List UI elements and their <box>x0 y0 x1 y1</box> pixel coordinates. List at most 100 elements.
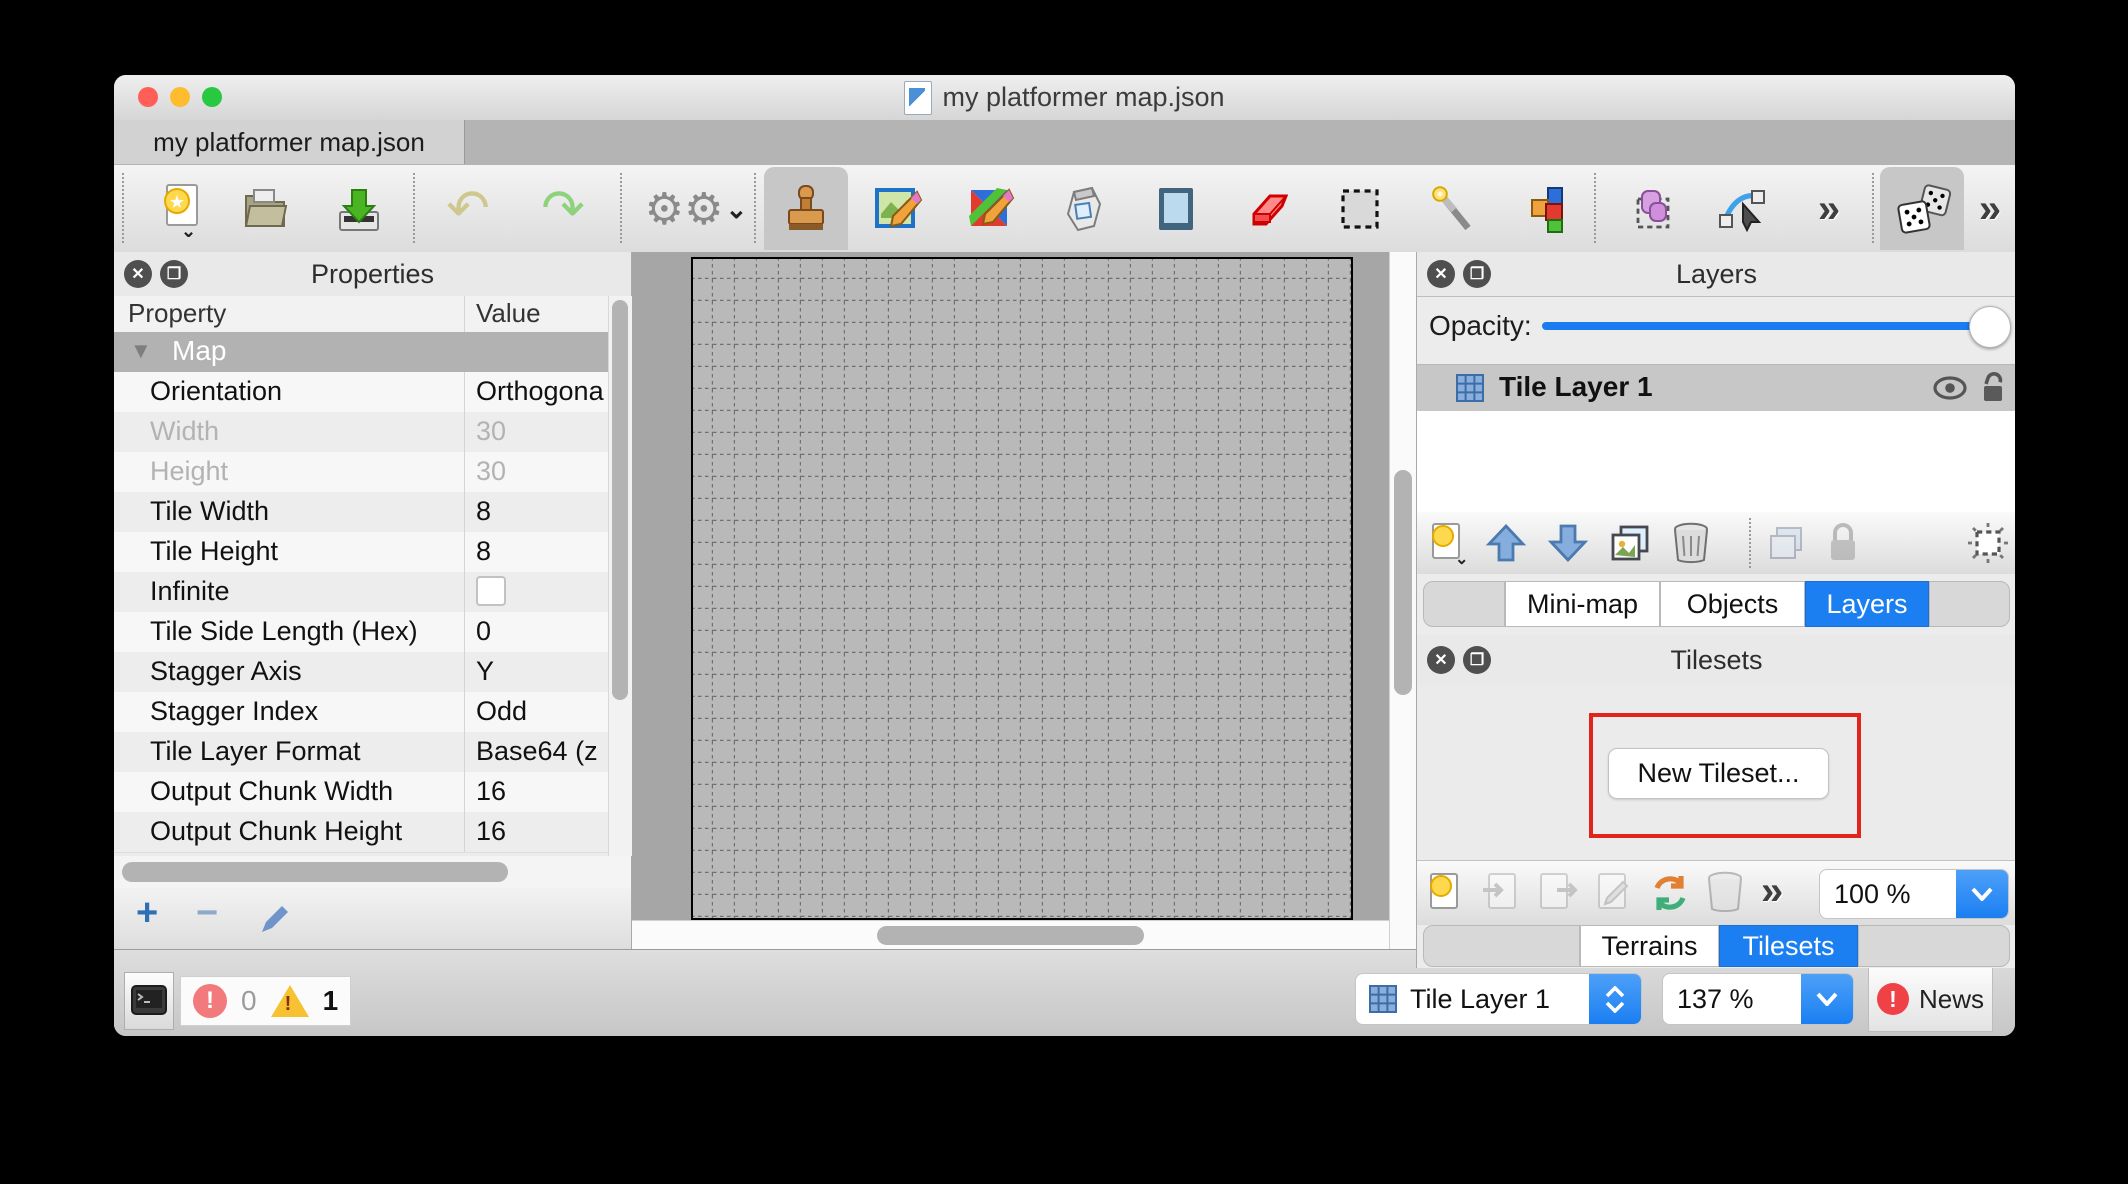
combo-chevron[interactable] <box>1956 870 2008 918</box>
tab-objects[interactable]: Objects <box>1660 581 1805 627</box>
duplicate-layer-button[interactable] <box>1607 521 1651 565</box>
table-row[interactable]: Tile Layer FormatBase64 (z <box>114 732 631 773</box>
redo-button[interactable]: ↷ <box>535 181 591 237</box>
remove-layer-button[interactable] <box>1669 520 1713 566</box>
document-tab-label: my platformer map.json <box>153 127 425 158</box>
new-layer-button[interactable]: ⌄ <box>1425 520 1471 566</box>
layer-toolbar: ⌄ <box>1417 512 2015 575</box>
edit-property-button[interactable] <box>254 900 294 940</box>
table-row[interactable]: Tile Height8 <box>114 532 631 573</box>
opacity-slider-track[interactable] <box>1542 322 1992 330</box>
remove-tileset-button-disabled[interactable] <box>1703 869 1747 915</box>
error-icon: ! <box>193 984 227 1018</box>
table-row[interactable]: Stagger IndexOdd <box>114 692 631 733</box>
layer-row-selected[interactable]: Tile Layer 1 <box>1417 365 2015 411</box>
issues-counter[interactable]: ! 0 ! 1 <box>180 976 351 1026</box>
properties-hscrollbar[interactable] <box>114 856 631 889</box>
table-row[interactable]: Tile Width8 <box>114 492 631 533</box>
rect-select-tool[interactable] <box>1332 181 1388 237</box>
canvas-hscrollbar[interactable] <box>632 920 1389 950</box>
tab-stub <box>1423 925 1580 967</box>
table-row[interactable]: Width30 <box>114 412 631 453</box>
document-tab[interactable]: my platformer map.json <box>114 120 465 164</box>
add-property-button[interactable]: + <box>136 892 158 935</box>
canvas-vscrollbar[interactable] <box>1389 252 1417 949</box>
properties-header: ✕ ❐ Properties <box>114 252 631 297</box>
toolbar-overflow-button[interactable]: » <box>1801 181 1857 237</box>
layer-visible-eye-icon[interactable] <box>1933 375 1967 401</box>
scrollbar-thumb[interactable] <box>1394 470 1412 695</box>
random-mode-toggle[interactable] <box>1890 181 1954 237</box>
tileset-zoom-select[interactable]: 100 % <box>1819 869 2009 919</box>
scrollbar-thumb[interactable] <box>877 926 1144 945</box>
save-button[interactable] <box>331 181 387 237</box>
tab-layers[interactable]: Layers <box>1805 581 1929 627</box>
map-canvas[interactable] <box>691 257 1353 920</box>
property-group-map[interactable]: ▼ Map <box>114 332 631 372</box>
tab-mini-map[interactable]: Mini-map <box>1505 581 1660 627</box>
commands-button[interactable]: ⚙⚙ ⌄ <box>653 181 739 237</box>
stamp-brush-tool[interactable] <box>778 181 834 237</box>
open-file-button[interactable] <box>239 181 295 237</box>
tile-stamp-variation-tool[interactable] <box>962 181 1018 237</box>
terrain-brush-tool[interactable] <box>870 181 926 237</box>
raise-layer-button[interactable] <box>1485 522 1527 564</box>
title-bar[interactable]: my platformer map.json <box>114 75 2015 121</box>
tileset-toolbar-overflow[interactable]: » <box>1761 869 1783 914</box>
toolbar-separator <box>413 173 415 243</box>
opacity-slider-knob[interactable] <box>1969 306 2011 348</box>
chevron-down-icon: ⌄ <box>726 194 748 225</box>
table-row[interactable]: Output Chunk Width16 <box>114 772 631 813</box>
combo-spinner[interactable] <box>1589 974 1641 1024</box>
tileset-toolbar: » 100 % <box>1417 860 2015 927</box>
zoom-level-select[interactable]: 137 % <box>1662 973 1854 1025</box>
dock-tab-row: Mini-map Objects Layers <box>1417 574 2015 636</box>
table-row[interactable]: Height30 <box>114 452 631 493</box>
undo-button[interactable]: ↶ <box>440 181 496 237</box>
infinite-checkbox[interactable] <box>476 576 506 606</box>
highlight-current-layer-button[interactable] <box>1967 522 2009 564</box>
shape-fill-tool[interactable] <box>1148 181 1204 237</box>
svg-text:⌄: ⌄ <box>181 221 196 237</box>
tab-terrains[interactable]: Terrains <box>1580 925 1719 967</box>
export-tileset-button-disabled[interactable] <box>1535 870 1581 916</box>
console-toggle-button[interactable] <box>124 972 174 1030</box>
gears-icon: ⚙⚙ <box>645 184 724 235</box>
col-property: Property <box>128 298 226 329</box>
lower-layer-button[interactable] <box>1547 522 1589 564</box>
table-row[interactable]: OrientationOrthogonal <box>114 372 631 413</box>
same-tile-select-tool[interactable] <box>1519 181 1575 237</box>
eraser-tool[interactable] <box>1240 181 1296 237</box>
edit-polygons-tool[interactable] <box>1714 181 1770 237</box>
reload-tileset-button[interactable] <box>1647 870 1693 916</box>
table-row[interactable]: Stagger AxisY <box>114 652 631 693</box>
table-row[interactable]: Output Chunk Height16 <box>114 812 631 853</box>
edit-tileset-button-disabled[interactable] <box>1591 870 1637 916</box>
lock-layer-button-disabled[interactable] <box>1823 520 1863 566</box>
toolbar-separator <box>1594 173 1596 243</box>
object-select-tool[interactable] <box>1626 181 1682 237</box>
news-button[interactable]: ! News <box>1868 966 1993 1032</box>
new-tileset-button[interactable]: New Tileset... <box>1608 748 1829 799</box>
copy-layer-button-disabled[interactable] <box>1765 522 1807 564</box>
table-row[interactable]: Infinite <box>114 572 631 613</box>
table-row[interactable]: Tile Side Length (Hex)0 <box>114 612 631 653</box>
toolbar-overflow-button-2[interactable]: » <box>1962 181 2015 237</box>
tilesets-title: Tilesets <box>1417 645 2015 676</box>
new-map-button[interactable]: ★⌄ <box>153 181 209 237</box>
bucket-fill-tool[interactable] <box>1055 181 1111 237</box>
current-layer-select[interactable]: Tile Layer 1 <box>1355 973 1642 1025</box>
scrollbar-thumb[interactable] <box>122 862 508 882</box>
properties-vscrollbar[interactable] <box>608 296 632 856</box>
remove-property-button[interactable]: − <box>196 892 218 935</box>
scrollbar-thumb[interactable] <box>612 300 628 700</box>
layer-unlocked-icon[interactable] <box>1979 370 2007 404</box>
collapse-triangle-icon[interactable]: ▼ <box>130 338 152 364</box>
magic-wand-tool[interactable] <box>1424 181 1480 237</box>
warning-icon: ! <box>271 985 309 1017</box>
embed-tileset-button-disabled[interactable] <box>1479 870 1525 916</box>
layer-name: Tile Layer 1 <box>1499 371 1653 403</box>
new-tileset-icon-button[interactable] <box>1423 870 1469 916</box>
tab-tilesets[interactable]: Tilesets <box>1719 925 1858 967</box>
combo-chevron[interactable] <box>1801 974 1853 1024</box>
